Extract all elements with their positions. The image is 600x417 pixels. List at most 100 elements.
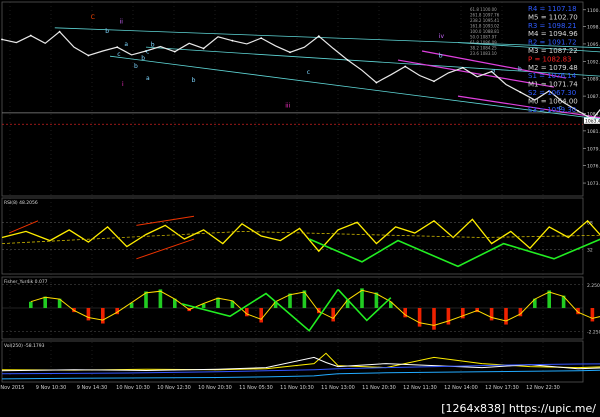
x-tick-label: 11 Nov 13:00 [321,385,355,391]
wave-label-ii: ii [120,18,124,25]
wave-label-c: c [146,49,149,56]
vol-pane: Vol(250) -58.1793 [1,343,600,380]
wave-label-b: b [151,42,155,49]
price-point [87,54,90,57]
vol-line-yellow [1,352,600,371]
fib-level-label: 23.6 1083.10 [470,51,497,56]
fisher-bar [29,301,33,308]
wave-label-c: c [117,51,120,58]
price-point [116,46,119,49]
x-tick-label: 9 Nov 10:30 [36,385,67,391]
price-point [375,81,378,84]
wave-label-b: b [141,55,145,62]
price-point [577,110,579,112]
wave-label-C: C [91,14,95,21]
divergence-line [136,238,195,260]
pivot-level-label: M4 = 1094.96 [528,30,578,38]
fib-level-label: 50.0 1087.97 [470,35,497,40]
fib-level-label: 61.8 1100.00 [470,7,497,12]
x-tick-label: 9 Nov 2015 [0,385,24,391]
fisher-bar [86,308,91,321]
y-tick-label: 1098.0 [587,25,600,31]
price-point [461,66,464,69]
axes: 9 Nov 2015 9 Nov 10:30 9 Nov 14:30 10 Nov 1… [0,385,560,391]
vol-line-white [1,356,600,372]
wave-label-b: b [518,66,522,73]
fib-level-label: 38.2 1084.25 [470,46,497,51]
rsi-line [1,218,600,253]
divergence-line [136,215,195,226]
price-line [1,30,600,121]
pivot-level-label: M5 = 1102.70 [528,13,578,21]
pane-frame-rsi [1,197,584,275]
price-point [346,59,349,61]
fisher-bar [331,308,335,322]
y-tick-label: 1092.6 [587,59,600,65]
pivot-level-label: R2 = 1091.72 [528,39,577,47]
x-tick-label: 12 Nov 17:30 [485,385,519,391]
rsi-label: RSI(8) 48.2056 [4,200,38,206]
pivot-level-label: S3 = 1059.30 [528,106,576,114]
wave-label-iii: iii [285,103,290,110]
price-point [173,50,176,53]
rsi-pane: RSI(8) 48.20566832 [1,200,600,268]
wave-label-a: a [124,41,128,48]
x-tick-label: 12 Nov 14:00 [444,385,478,391]
fisher-bar [590,308,595,322]
fib-level-label: 161.8 1093.02 [470,24,500,29]
fisher-bar [43,296,47,308]
pivot-level-label: M3 = 1087.22 [528,47,578,55]
pivot-level-label: R4 = 1107.18 [528,5,577,13]
fisher-bar [216,297,220,308]
footer-caption: [1264x838] https://upic.me/ [439,400,598,417]
price-point [1,38,3,41]
wave-label-b: b [105,28,109,35]
wave-label-iv: iv [439,33,445,40]
fisher-bar [446,308,451,325]
pivot-level-label: S2 = 1067.30 [528,89,576,97]
wave-label-b: b [439,52,443,59]
fisher-bar [432,308,436,330]
divergence-line [9,220,39,234]
fib-level-label: 61.8 1086.09 [470,40,497,45]
fisher-level-label: -2.250 [587,329,600,335]
y-tick-label: 1076.4 [587,164,600,170]
wave-label-i: i [122,81,124,88]
price-point [289,51,291,54]
x-tick-label: 10 Nov 20:30 [198,385,232,391]
y-tick-label: 1087.2 [587,94,600,100]
rsi-level-label: 32 [587,248,593,254]
price-point [433,80,435,83]
price-point [29,34,32,37]
wave-label-b: b [134,63,138,70]
price-point [519,91,522,94]
wave-label-a: a [146,75,150,82]
x-tick-label: 11 Nov 05:30 [239,385,273,391]
fib-level-label: 238.2 1095.41 [470,18,500,23]
pivot-level-label: R3 = 1098.21 [528,22,577,30]
y-tick-label: 1079.1 [587,146,600,152]
y-tick-label: 1081.8 [587,129,600,135]
price-point [317,35,320,38]
x-tick-label: 11 Nov 20:30 [362,385,396,391]
wave-label-a: a [492,67,496,74]
price-point [58,30,61,33]
fisher-bar [259,308,263,323]
pivot-level-label: S1 = 1076.14 [528,72,577,80]
x-tick-label: 10 Nov 10:30 [116,385,150,391]
x-tick-label: 12 Nov 22:30 [526,385,560,391]
fisher-bar [489,308,494,321]
trading-chart: 1100.61098.01095.31092.61089.91087.21084… [0,1,600,391]
pivot-levels-panel: R4 = 1107.18M5 = 1102.70R3 = 1098.21M4 =… [528,5,578,114]
fisher-pane: Fisher_Yur4ik 0.077 2.250 -2.250 [2,279,600,335]
y-tick-label: 1089.9 [587,77,600,83]
fisher-bar [101,308,105,324]
x-tick-label: 10 Nov 12:30 [157,385,191,391]
pivot-level-label: M1 = 1071.74 [528,81,578,89]
price-point [231,39,234,42]
fisher-label: Fisher_Yur4ik 0.077 [4,279,48,285]
wave-label-b: b [192,77,196,84]
x-tick-label: 12 Nov 11:30 [403,385,437,391]
price-point [202,47,205,50]
vol-label: Vol(250) -58.1793 [4,343,45,349]
